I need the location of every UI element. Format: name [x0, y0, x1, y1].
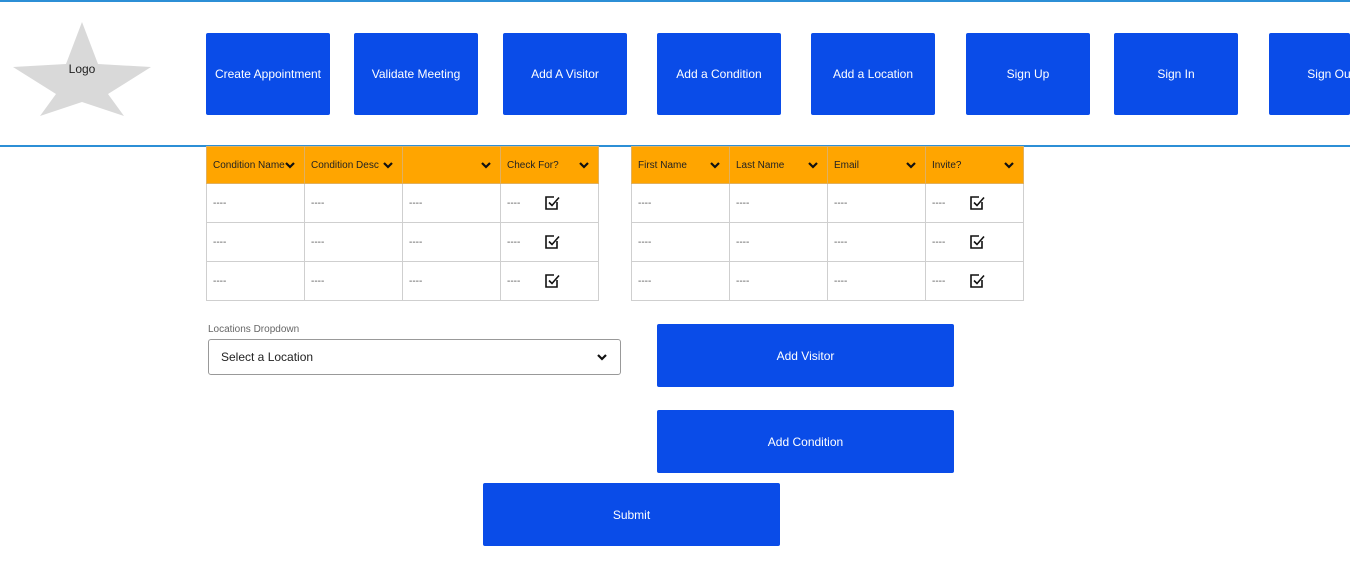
table-cell: ----	[304, 183, 403, 223]
column-header-condition-name[interactable]: Condition Name	[206, 146, 305, 184]
add-visitor-button[interactable]: Add Visitor	[657, 324, 954, 387]
table-cell: ----	[402, 183, 501, 223]
page: Logo Create Appointment Validate Meeting…	[0, 0, 1350, 575]
chevron-down-icon[interactable]	[905, 159, 917, 171]
table-cell-check: ----	[925, 183, 1024, 223]
locations-dropdown[interactable]: Select a Location	[208, 339, 621, 375]
column-header-label: Email	[834, 159, 860, 171]
checkbox-checked-icon[interactable]	[968, 194, 986, 212]
table-row: ---- ---- ---- ----	[206, 222, 599, 262]
checkbox-checked-icon[interactable]	[543, 194, 561, 212]
chevron-down-icon[interactable]	[480, 159, 492, 171]
table-header-row: Condition Name Condition Desc Check For?	[206, 146, 599, 184]
table-cell: ----	[827, 261, 926, 301]
checkbox-checked-icon[interactable]	[543, 233, 561, 251]
add-visitor-nav-button[interactable]: Add A Visitor	[503, 33, 627, 115]
cell-text: ----	[932, 197, 946, 209]
table-cell: ----	[206, 183, 305, 223]
table-row: ---- ---- ---- ----	[206, 183, 599, 223]
column-header-label: Check For?	[507, 159, 559, 171]
chevron-down-icon[interactable]	[284, 159, 296, 171]
table-cell: ----	[631, 183, 730, 223]
sign-in-button[interactable]: Sign In	[1114, 33, 1238, 115]
chevron-down-icon[interactable]	[807, 159, 819, 171]
locations-dropdown-value: Select a Location	[221, 350, 314, 364]
table-cell: ----	[729, 183, 828, 223]
table-cell-check: ----	[500, 261, 599, 301]
checkbox-checked-icon[interactable]	[968, 233, 986, 251]
table-cell: ----	[402, 222, 501, 262]
table-cell: ----	[402, 261, 501, 301]
table-row: ---- ---- ---- ----	[631, 183, 1024, 223]
locations-dropdown-label: Locations Dropdown	[208, 324, 300, 335]
table-row: ---- ---- ---- ----	[631, 222, 1024, 262]
checkbox-checked-icon[interactable]	[543, 272, 561, 290]
table-cell: ----	[631, 261, 730, 301]
column-header-first-name[interactable]: First Name	[631, 146, 730, 184]
table-cell: ----	[206, 222, 305, 262]
sign-up-button[interactable]: Sign Up	[966, 33, 1090, 115]
chevron-down-icon[interactable]	[382, 159, 394, 171]
table-cell: ----	[631, 222, 730, 262]
column-header-label: Last Name	[736, 159, 785, 171]
add-condition-button[interactable]: Add Condition	[657, 410, 954, 473]
cell-text: ----	[507, 236, 521, 248]
chevron-down-icon[interactable]	[1003, 159, 1015, 171]
table-row: ---- ---- ---- ----	[206, 261, 599, 301]
table-header-row: First Name Last Name Email Invite?	[631, 146, 1024, 184]
table-cell: ----	[827, 222, 926, 262]
column-header-condition-desc[interactable]: Condition Desc	[304, 146, 403, 184]
cell-text: ----	[507, 275, 521, 287]
table-cell: ----	[206, 261, 305, 301]
chevron-down-icon[interactable]	[578, 159, 590, 171]
column-header-blank[interactable]	[402, 146, 501, 184]
table-cell: ----	[729, 222, 828, 262]
column-header-invite[interactable]: Invite?	[925, 146, 1024, 184]
table-cell: ----	[827, 183, 926, 223]
table-cell: ----	[729, 261, 828, 301]
table-cell-check: ----	[925, 222, 1024, 262]
column-header-label: Condition Desc	[311, 159, 379, 171]
checkbox-checked-icon[interactable]	[968, 272, 986, 290]
cell-text: ----	[932, 236, 946, 248]
submit-button[interactable]: Submit	[483, 483, 780, 546]
column-header-label: First Name	[638, 159, 687, 171]
table-row: ---- ---- ---- ----	[631, 261, 1024, 301]
chevron-down-icon[interactable]	[709, 159, 721, 171]
cell-text: ----	[932, 275, 946, 287]
logo: Logo	[12, 20, 152, 118]
add-condition-nav-button[interactable]: Add a Condition	[657, 33, 781, 115]
chevron-down-icon	[597, 354, 607, 361]
table-cell-check: ----	[500, 222, 599, 262]
column-header-last-name[interactable]: Last Name	[729, 146, 828, 184]
column-header-label: Condition Name	[213, 159, 285, 171]
logo-label: Logo	[68, 62, 96, 76]
add-location-nav-button[interactable]: Add a Location	[811, 33, 935, 115]
validate-meeting-button[interactable]: Validate Meeting	[354, 33, 478, 115]
column-header-email[interactable]: Email	[827, 146, 926, 184]
create-appointment-button[interactable]: Create Appointment	[206, 33, 330, 115]
table-cell-check: ----	[500, 183, 599, 223]
top-divider	[0, 0, 1350, 2]
column-header-label: Invite?	[932, 159, 962, 171]
sign-out-label: Sign Out	[1307, 67, 1350, 81]
table-cell: ----	[304, 261, 403, 301]
visitors-table: First Name Last Name Email Invite? ---- …	[631, 146, 1024, 301]
table-cell: ----	[304, 222, 403, 262]
column-header-check-for[interactable]: Check For?	[500, 146, 599, 184]
table-cell-check: ----	[925, 261, 1024, 301]
sign-out-button[interactable]: Sign Out	[1269, 33, 1350, 115]
cell-text: ----	[507, 197, 521, 209]
conditions-table: Condition Name Condition Desc Check For?…	[206, 146, 599, 301]
